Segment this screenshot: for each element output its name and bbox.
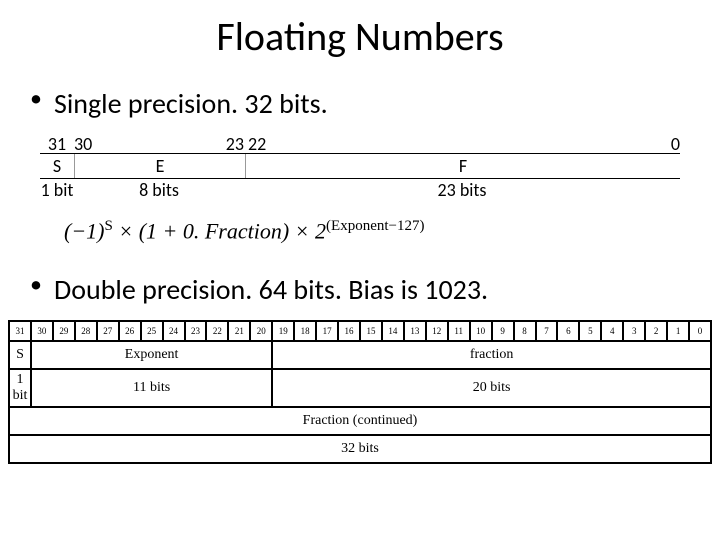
bullet-double-precision: Double precision. 64 bits. Bias is 1023. [0, 255, 720, 313]
dp-bit: 17 [316, 321, 338, 341]
dp-width-row: 1 bit 11 bits 20 bits [9, 369, 711, 407]
dp-bit: 14 [382, 321, 404, 341]
dp-bit: 29 [53, 321, 75, 341]
formula-sup2: (Exponent−127) [326, 218, 424, 234]
bullet-single-precision: Single precision. 32 bits. [0, 69, 720, 127]
dp-bit: 25 [141, 321, 163, 341]
dp-bit: 15 [360, 321, 382, 341]
formula-sup1: S [105, 218, 113, 234]
dp-bit: 30 [31, 321, 53, 341]
dp-fraction-continued: Fraction (continued) [9, 407, 711, 435]
formula: (−1)S × (1 + 0. Fraction) × 2(Exponent−1… [0, 200, 720, 254]
dp-bit: 0 [689, 321, 711, 341]
sp-bit-23: 23 [216, 135, 244, 153]
dp-continued-row: Fraction (continued) [9, 407, 711, 435]
formula-l1: (−1) [64, 219, 105, 244]
dp-bit: 6 [557, 321, 579, 341]
sp-field-f: F [246, 154, 680, 178]
sp-bit-0: 0 [660, 135, 680, 153]
dp-bit: 7 [536, 321, 558, 341]
dp-label-fraction: fraction [272, 341, 711, 369]
dp-bit: 3 [623, 321, 645, 341]
sp-bit-22: 22 [244, 135, 276, 153]
dp-bit: 11 [448, 321, 470, 341]
dp-bit: 16 [338, 321, 360, 341]
dp-bit: 2 [645, 321, 667, 341]
dp-bit: 21 [228, 321, 250, 341]
dp-bit: 4 [601, 321, 623, 341]
dp-bit: 23 [185, 321, 207, 341]
dp-bit: 24 [163, 321, 185, 341]
sp-width-row: 1 bit 8 bits 23 bits [40, 179, 680, 201]
dp-continued-width-row: 32 bits [9, 435, 711, 463]
sp-field-s: S [40, 154, 75, 178]
slide: Floating Numbers Single precision. 32 bi… [0, 0, 720, 540]
sp-bit-31: 31 [40, 135, 74, 153]
sp-field-e: E [75, 154, 246, 178]
dp-bit: 5 [579, 321, 601, 341]
page-title: Floating Numbers [0, 0, 720, 69]
dp-label-row: S Exponent fraction [9, 341, 711, 369]
dp-width-exponent: 11 bits [31, 369, 272, 407]
sp-width-f: 23 bits [244, 181, 680, 201]
dp-bit: 1 [667, 321, 689, 341]
dp-width-fraction: 20 bits [272, 369, 711, 407]
dp-table: 31 30 29 28 27 26 25 24 23 22 21 20 19 1… [8, 320, 712, 464]
dp-bit: 27 [97, 321, 119, 341]
dp-label-s: S [9, 341, 31, 369]
dp-bit: 9 [492, 321, 514, 341]
dp-bit: 22 [206, 321, 228, 341]
single-precision-figure: 31 30 23 22 0 S E F 1 bit 8 bits 23 bits [40, 135, 680, 201]
dp-fraction-continued-width: 32 bits [9, 435, 711, 463]
dp-label-exponent: Exponent [31, 341, 272, 369]
dp-bit: 19 [272, 321, 294, 341]
dp-bit: 8 [514, 321, 536, 341]
dp-bit: 31 [9, 321, 31, 341]
sp-bit-30: 30 [74, 135, 102, 153]
dp-bit: 20 [250, 321, 272, 341]
double-precision-figure: 31 30 29 28 27 26 25 24 23 22 21 20 19 1… [8, 320, 712, 464]
dp-bit: 18 [294, 321, 316, 341]
dp-width-s: 1 bit [9, 369, 31, 407]
dp-bit-row: 31 30 29 28 27 26 25 24 23 22 21 20 19 1… [9, 321, 711, 341]
dp-bit: 12 [426, 321, 448, 341]
sp-field-row: S E F [40, 153, 680, 179]
formula-mid: × (1 + 0. Fraction) × 2 [113, 219, 326, 244]
dp-bit: 10 [470, 321, 492, 341]
dp-bit: 28 [75, 321, 97, 341]
dp-bit: 13 [404, 321, 426, 341]
sp-width-e: 8 bits [74, 181, 244, 201]
dp-bit: 26 [119, 321, 141, 341]
sp-width-s: 1 bit [40, 181, 74, 201]
sp-bit-labels: 31 30 23 22 0 [40, 135, 680, 153]
